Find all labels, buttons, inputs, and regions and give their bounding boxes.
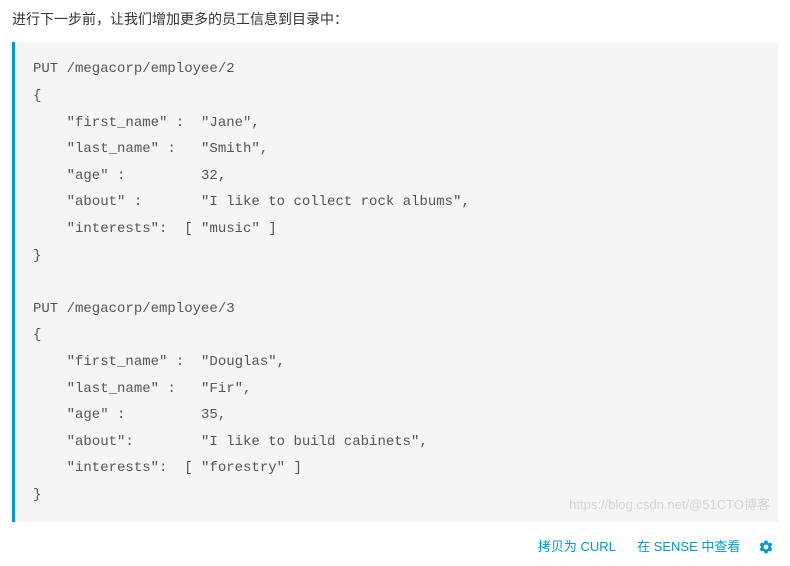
gear-icon[interactable] — [758, 539, 774, 558]
copy-curl-link[interactable]: 拷贝为 CURL — [538, 539, 616, 554]
code-content: PUT /megacorp/employee/2 { "first_name" … — [33, 56, 760, 508]
view-sense-link[interactable]: 在 SENSE 中查看 — [637, 539, 740, 554]
actions-bar: 拷贝为 CURL 在 SENSE 中查看 — [12, 530, 778, 557]
code-block: PUT /megacorp/employee/2 { "first_name" … — [12, 42, 778, 522]
intro-text: 进行下一步前，让我们增加更多的员工信息到目录中： — [12, 8, 778, 30]
